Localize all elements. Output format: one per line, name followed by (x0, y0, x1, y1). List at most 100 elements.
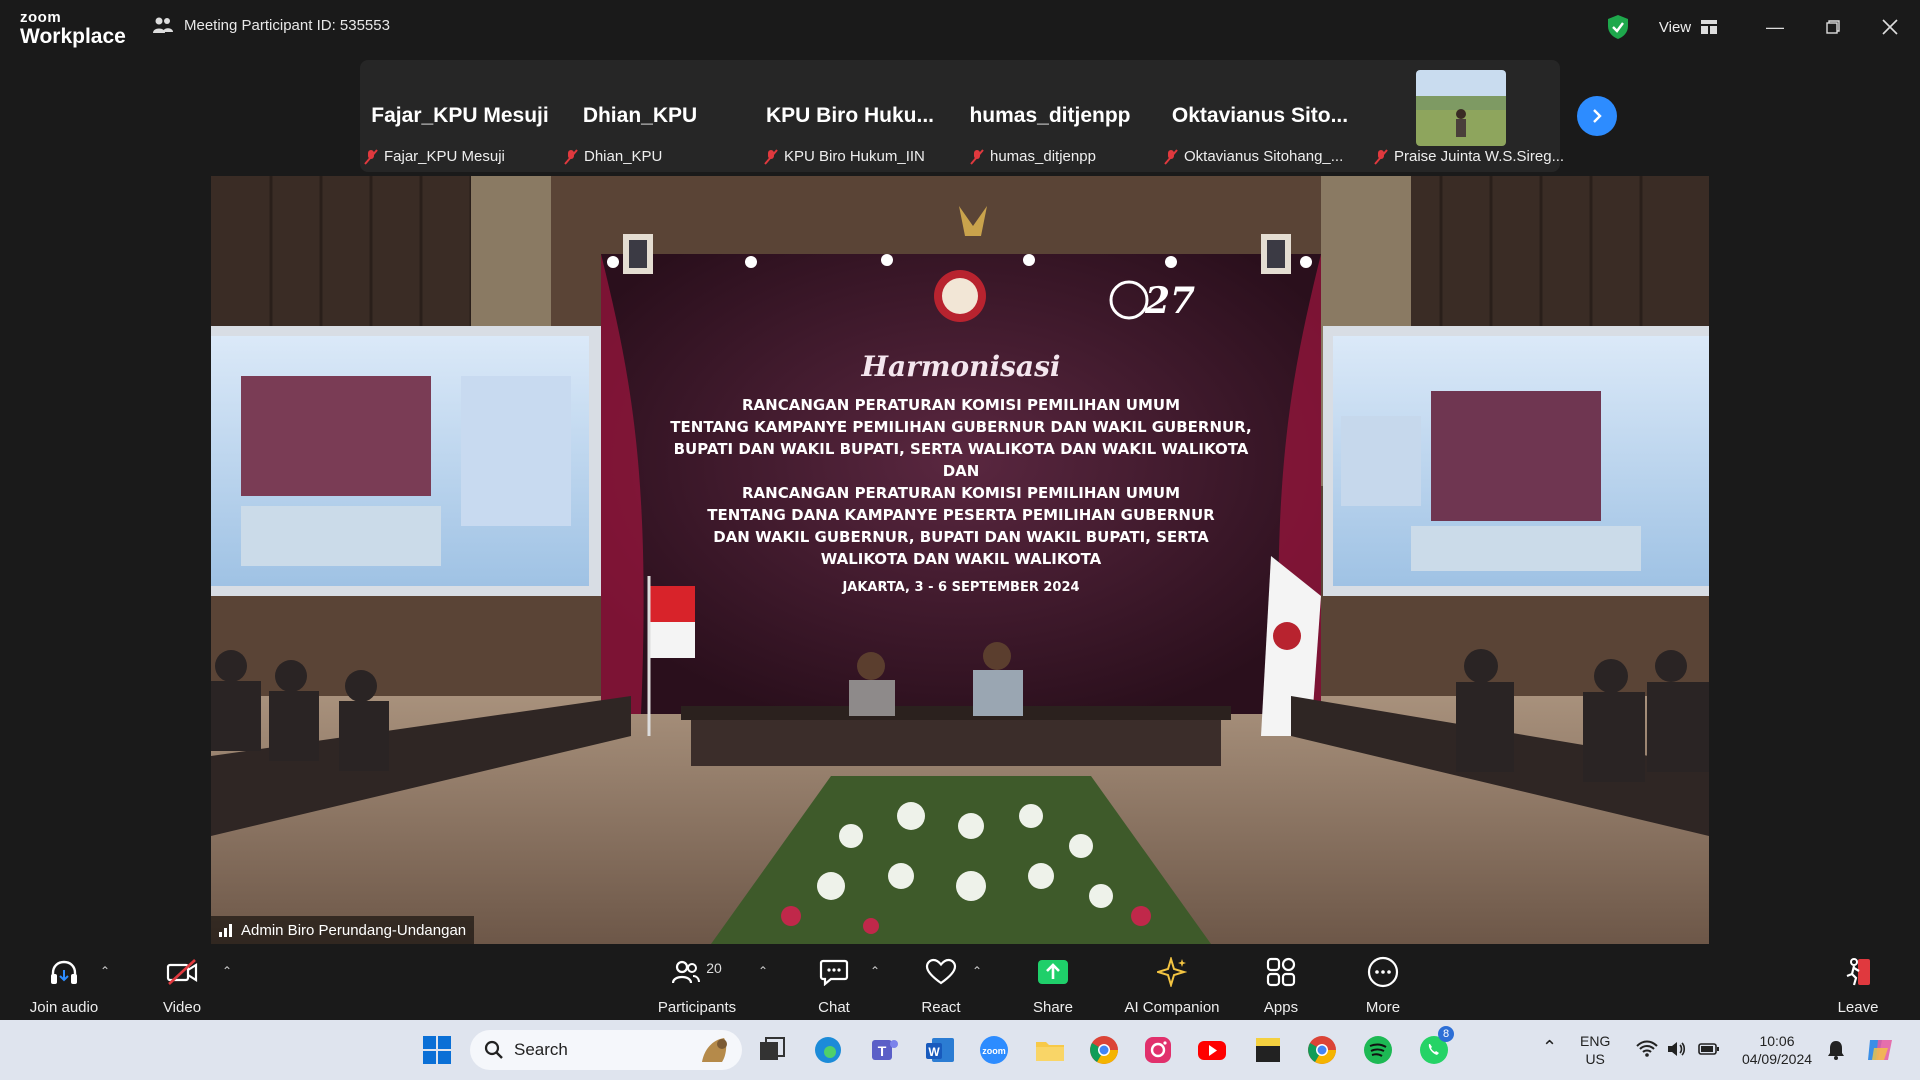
chrome-icon[interactable] (1088, 1034, 1120, 1066)
volume-icon[interactable] (1666, 1040, 1686, 1058)
participant-label: Dhian_KPU (564, 148, 662, 165)
taskbar-search[interactable]: Search (470, 1030, 742, 1070)
mic-muted-icon (364, 148, 378, 165)
ai-companion-label: AI Companion (1124, 999, 1220, 1016)
banner-line: RANCANGAN PERATURAN KOMISI PEMILIHAN UMU… (741, 396, 1181, 414)
view-button[interactable]: View (1646, 12, 1730, 42)
participant-strip: Fajar_KPU Mesuji Fajar_KPU Mesuji Dhian_… (360, 60, 1564, 172)
meeting-info[interactable]: Meeting Participant ID: 535553 (152, 16, 390, 34)
security-shield-icon[interactable] (1606, 14, 1630, 40)
video-off-icon (166, 959, 198, 985)
participant-label-text: humas_ditjenpp (990, 148, 1096, 165)
language-code: ENG (1580, 1033, 1611, 1049)
instagram-icon[interactable] (1142, 1034, 1174, 1066)
search-highlight-icon (702, 1038, 727, 1062)
region-code: US (1585, 1051, 1605, 1067)
active-speaker-label: Admin Biro Perundang-Undangan (211, 916, 475, 944)
banner-lines: RANCANGAN PERATURAN KOMISI PEMILIHAN UMU… (641, 394, 1281, 595)
banner-line: TENTANG DANA KAMPANYE PESERTA PEMILIHAN … (707, 506, 1215, 524)
language-indicator[interactable]: ENG US (1580, 1032, 1610, 1068)
more-button[interactable]: More (1360, 956, 1406, 1016)
participants-label: Participants (657, 999, 737, 1016)
os-taskbar: Search T W zoom 8 ⌃ ENG US 10:06 04/09/2… (0, 1020, 1920, 1080)
copilot-icon[interactable] (1864, 1034, 1896, 1066)
video-button[interactable]: Video (152, 956, 212, 1016)
search-icon (484, 1040, 503, 1059)
whatsapp-taskbar-item[interactable]: 8 (1418, 1026, 1454, 1066)
join-audio-button[interactable]: Join audio (28, 956, 100, 1016)
mic-muted-icon (1164, 148, 1178, 165)
participants-button[interactable]: 20 Participants (652, 956, 742, 1016)
windows-start-icon[interactable] (421, 1034, 453, 1066)
anniversary-number: 27 (1145, 280, 1196, 322)
participants-options-caret-icon[interactable]: ⌃ (758, 964, 768, 978)
participant-tile[interactable]: Oktavianus Sito... Oktavianus Sitohang_.… (1160, 60, 1360, 172)
app-logo: zoom Workplace (20, 10, 126, 47)
next-page-button[interactable] (1577, 96, 1617, 136)
react-button[interactable]: React (912, 956, 970, 1016)
file-explorer-icon[interactable] (1034, 1034, 1066, 1066)
participant-tile[interactable]: Dhian_KPU Dhian_KPU (560, 60, 720, 172)
speaker-name: Admin Biro Perundang-Undangan (241, 921, 467, 939)
participant-label: Oktavianus Sitohang_... (1164, 148, 1343, 165)
share-label: Share (1032, 999, 1074, 1016)
more-icon (1367, 956, 1399, 988)
chat-button[interactable]: Chat (806, 956, 862, 1016)
participant-label: Praise Juinta W.S.Sireg... (1374, 148, 1564, 165)
react-label: React (921, 999, 961, 1016)
zoom-app-icon[interactable]: zoom (978, 1034, 1010, 1066)
participant-name: KPU Biro Huku... (765, 104, 934, 127)
battery-icon[interactable] (1698, 1041, 1720, 1057)
heart-icon (925, 958, 957, 985)
svg-text:W: W (928, 1045, 940, 1059)
restore-icon[interactable] (1818, 12, 1848, 42)
show-hidden-icons-chevron-icon[interactable]: ⌃ (1542, 1038, 1557, 1056)
banner-line: DAN (942, 462, 980, 480)
banner-script-title: Harmonisasi (861, 350, 1061, 383)
grid-view-icon (1701, 20, 1718, 34)
participant-label-text: Praise Juinta W.S.Sireg... (1394, 148, 1565, 165)
search-placeholder: Search (514, 1040, 568, 1059)
svg-text:T: T (878, 1043, 887, 1059)
spotify-icon[interactable] (1362, 1034, 1394, 1066)
chat-icon (819, 959, 849, 986)
chat-label: Chat (818, 999, 850, 1016)
meeting-toolbar: Join audio ⌃ Video ⌃ 20 Participants ⌃ C… (0, 948, 1920, 1020)
participant-tile[interactable]: humas_ditjenpp humas_ditjenpp (960, 60, 1140, 172)
participant-tile[interactable]: Fajar_KPU Mesuji Fajar_KPU Mesuji (360, 60, 560, 172)
mic-muted-icon (1374, 148, 1388, 165)
participants-icon (672, 960, 701, 984)
leave-button[interactable]: Leave (1834, 956, 1882, 1016)
brand-zoom: zoom (20, 9, 62, 26)
word-icon[interactable]: W (924, 1034, 956, 1066)
apps-button[interactable]: Apps (1258, 956, 1304, 1016)
edge-browser-icon[interactable] (812, 1034, 844, 1066)
participant-label: humas_ditjenpp (970, 148, 1096, 165)
leave-icon (1846, 958, 1870, 986)
chat-options-caret-icon[interactable]: ⌃ (870, 964, 880, 978)
clock[interactable]: 10:06 04/09/2024 (1732, 1032, 1822, 1068)
participant-label: KPU Biro Hukum_IIN (764, 148, 925, 165)
close-icon[interactable] (1875, 12, 1905, 42)
participant-name: Oktavianus Sito... (1171, 104, 1349, 127)
wifi-icon[interactable] (1636, 1040, 1658, 1058)
chrome-profile-icon[interactable] (1306, 1034, 1338, 1066)
video-options-caret-icon[interactable]: ⌃ (222, 964, 232, 978)
share-button[interactable]: Share (1028, 956, 1078, 1016)
mic-muted-icon (764, 148, 778, 165)
headphones-icon (51, 960, 77, 984)
teams-icon[interactable]: T (868, 1034, 900, 1066)
ai-companion-button[interactable]: AI Companion (1122, 956, 1222, 1016)
backdrop-banner-text: 27 Harmonisasi RANCANGAN PERATURAN KOMIS… (601, 254, 1321, 714)
participant-tile[interactable]: KPU Biro Huku... KPU Biro Hukum_IIN (760, 60, 940, 172)
participant-label: Fajar_KPU Mesuji (364, 148, 505, 165)
notification-bell-icon[interactable] (1826, 1039, 1846, 1061)
audio-options-caret-icon[interactable]: ⌃ (100, 964, 110, 978)
apps-label: Apps (1263, 999, 1299, 1016)
minimize-icon[interactable]: — (1760, 12, 1790, 42)
react-options-caret-icon[interactable]: ⌃ (972, 964, 982, 978)
sticky-notes-icon[interactable] (1252, 1034, 1284, 1066)
task-view-icon[interactable] (756, 1034, 788, 1066)
youtube-icon[interactable] (1196, 1034, 1228, 1066)
participant-label-text: KPU Biro Hukum_IIN (784, 148, 925, 165)
